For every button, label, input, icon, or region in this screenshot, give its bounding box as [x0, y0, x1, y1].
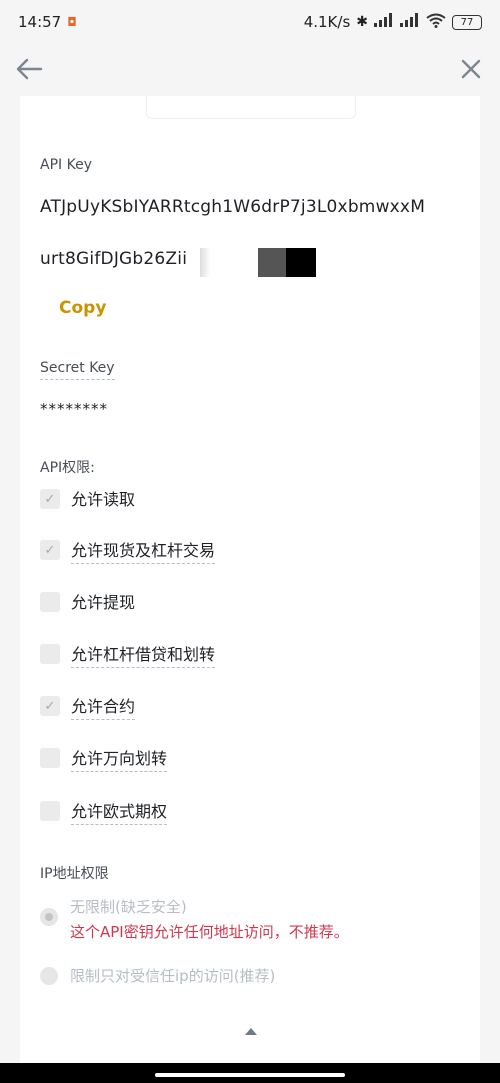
bluetooth-icon: ✱	[356, 14, 368, 30]
permission-universal-transfer[interactable]: 允许万向划转	[40, 745, 168, 772]
radio-label: 限制只对受信任ip的访问(推荐)	[70, 967, 276, 985]
battery-icon: 77	[452, 14, 482, 30]
checkbox-checked[interactable]: ✓	[40, 696, 60, 716]
checkbox-unchecked[interactable]	[40, 592, 60, 612]
redaction-block-gray	[258, 248, 286, 277]
close-button[interactable]	[456, 54, 486, 84]
back-arrow-icon	[16, 58, 43, 80]
status-left: 14:57 ◘	[18, 13, 77, 31]
permission-label: 允许欧式期权	[71, 798, 168, 825]
permission-european-options[interactable]: 允许欧式期权	[40, 798, 168, 825]
api-key-label: API Key	[40, 157, 92, 173]
checkbox-checked[interactable]: ✓	[40, 489, 60, 509]
permission-margin-loan-transfer[interactable]: 允许杠杆借贷和划转	[40, 641, 216, 668]
permission-label: 允许合约	[71, 693, 136, 720]
notification-icon: ◘	[67, 15, 77, 29]
network-speed: 4.1K/s	[303, 13, 351, 31]
permission-futures[interactable]: ✓ 允许合约	[40, 693, 136, 720]
wifi-icon	[426, 13, 446, 32]
api-key-line2: urt8GifDJGb26Zii	[40, 249, 188, 269]
radio-dot	[45, 913, 53, 921]
api-detail-card: API Key ATJpUyKSbIYARRtcgh1W6drP7j3L0xbm…	[20, 96, 480, 1063]
check-icon: ✓	[44, 491, 56, 507]
permission-read[interactable]: ✓ 允许读取	[40, 487, 135, 511]
home-indicator[interactable]	[155, 1073, 345, 1077]
status-bar: 14:57 ◘ 4.1K/s ✱ 77	[0, 0, 500, 44]
top-box	[146, 96, 356, 119]
permission-spot-margin-trade[interactable]: ✓ 允许现货及杠杆交易	[40, 537, 216, 564]
unrestricted-warning: 这个API密钥允许任何地址访问，不推荐。	[70, 923, 349, 941]
permission-label: 允许杠杆借贷和划转	[71, 641, 216, 668]
radio-label: 无限制(缺乏安全)	[70, 898, 187, 916]
permissions-title: API权限:	[40, 460, 95, 476]
permission-label: 允许读取	[71, 490, 136, 509]
permission-label: 允许现货及杠杆交易	[71, 537, 216, 564]
ip-restriction-title: IP地址权限	[40, 866, 109, 882]
status-right: 4.1K/s ✱ 77	[304, 13, 482, 32]
checkbox-unchecked[interactable]	[40, 644, 60, 664]
permission-label: 允许提现	[71, 593, 136, 612]
permission-label: 允许万向划转	[71, 745, 168, 772]
permission-withdraw[interactable]: 允许提现	[40, 590, 135, 614]
hd-signal-icon	[400, 13, 420, 31]
radio-unselected[interactable]	[40, 967, 58, 985]
redaction-fade	[200, 248, 210, 277]
api-key-line1: ATJpUyKSbIYARRtcgh1W6drP7j3L0xbmwxxM	[40, 197, 426, 217]
check-icon: ✓	[44, 542, 56, 558]
status-time: 14:57	[18, 13, 62, 31]
back-button[interactable]	[14, 54, 44, 84]
signal-icon	[374, 13, 394, 31]
ip-option-restricted[interactable]: 限制只对受信任ip的访问(推荐)	[40, 965, 275, 986]
copy-button[interactable]: Copy	[59, 298, 106, 318]
checkbox-unchecked[interactable]	[40, 748, 60, 768]
scroll-up-icon[interactable]	[244, 1026, 258, 1036]
secret-key-value: ********	[40, 400, 108, 418]
close-icon	[461, 59, 481, 79]
nav-bar	[0, 44, 500, 94]
ip-option-unrestricted[interactable]: 无限制(缺乏安全) 这个API密钥允许任何地址访问，不推荐。	[40, 896, 349, 942]
check-icon: ✓	[44, 698, 56, 714]
redaction-block-black	[286, 248, 316, 277]
secret-key-label: Secret Key	[40, 360, 115, 380]
battery-level: 77	[460, 16, 474, 28]
radio-selected[interactable]	[40, 908, 58, 926]
checkbox-checked[interactable]: ✓	[40, 540, 60, 560]
checkbox-unchecked[interactable]	[40, 801, 60, 821]
